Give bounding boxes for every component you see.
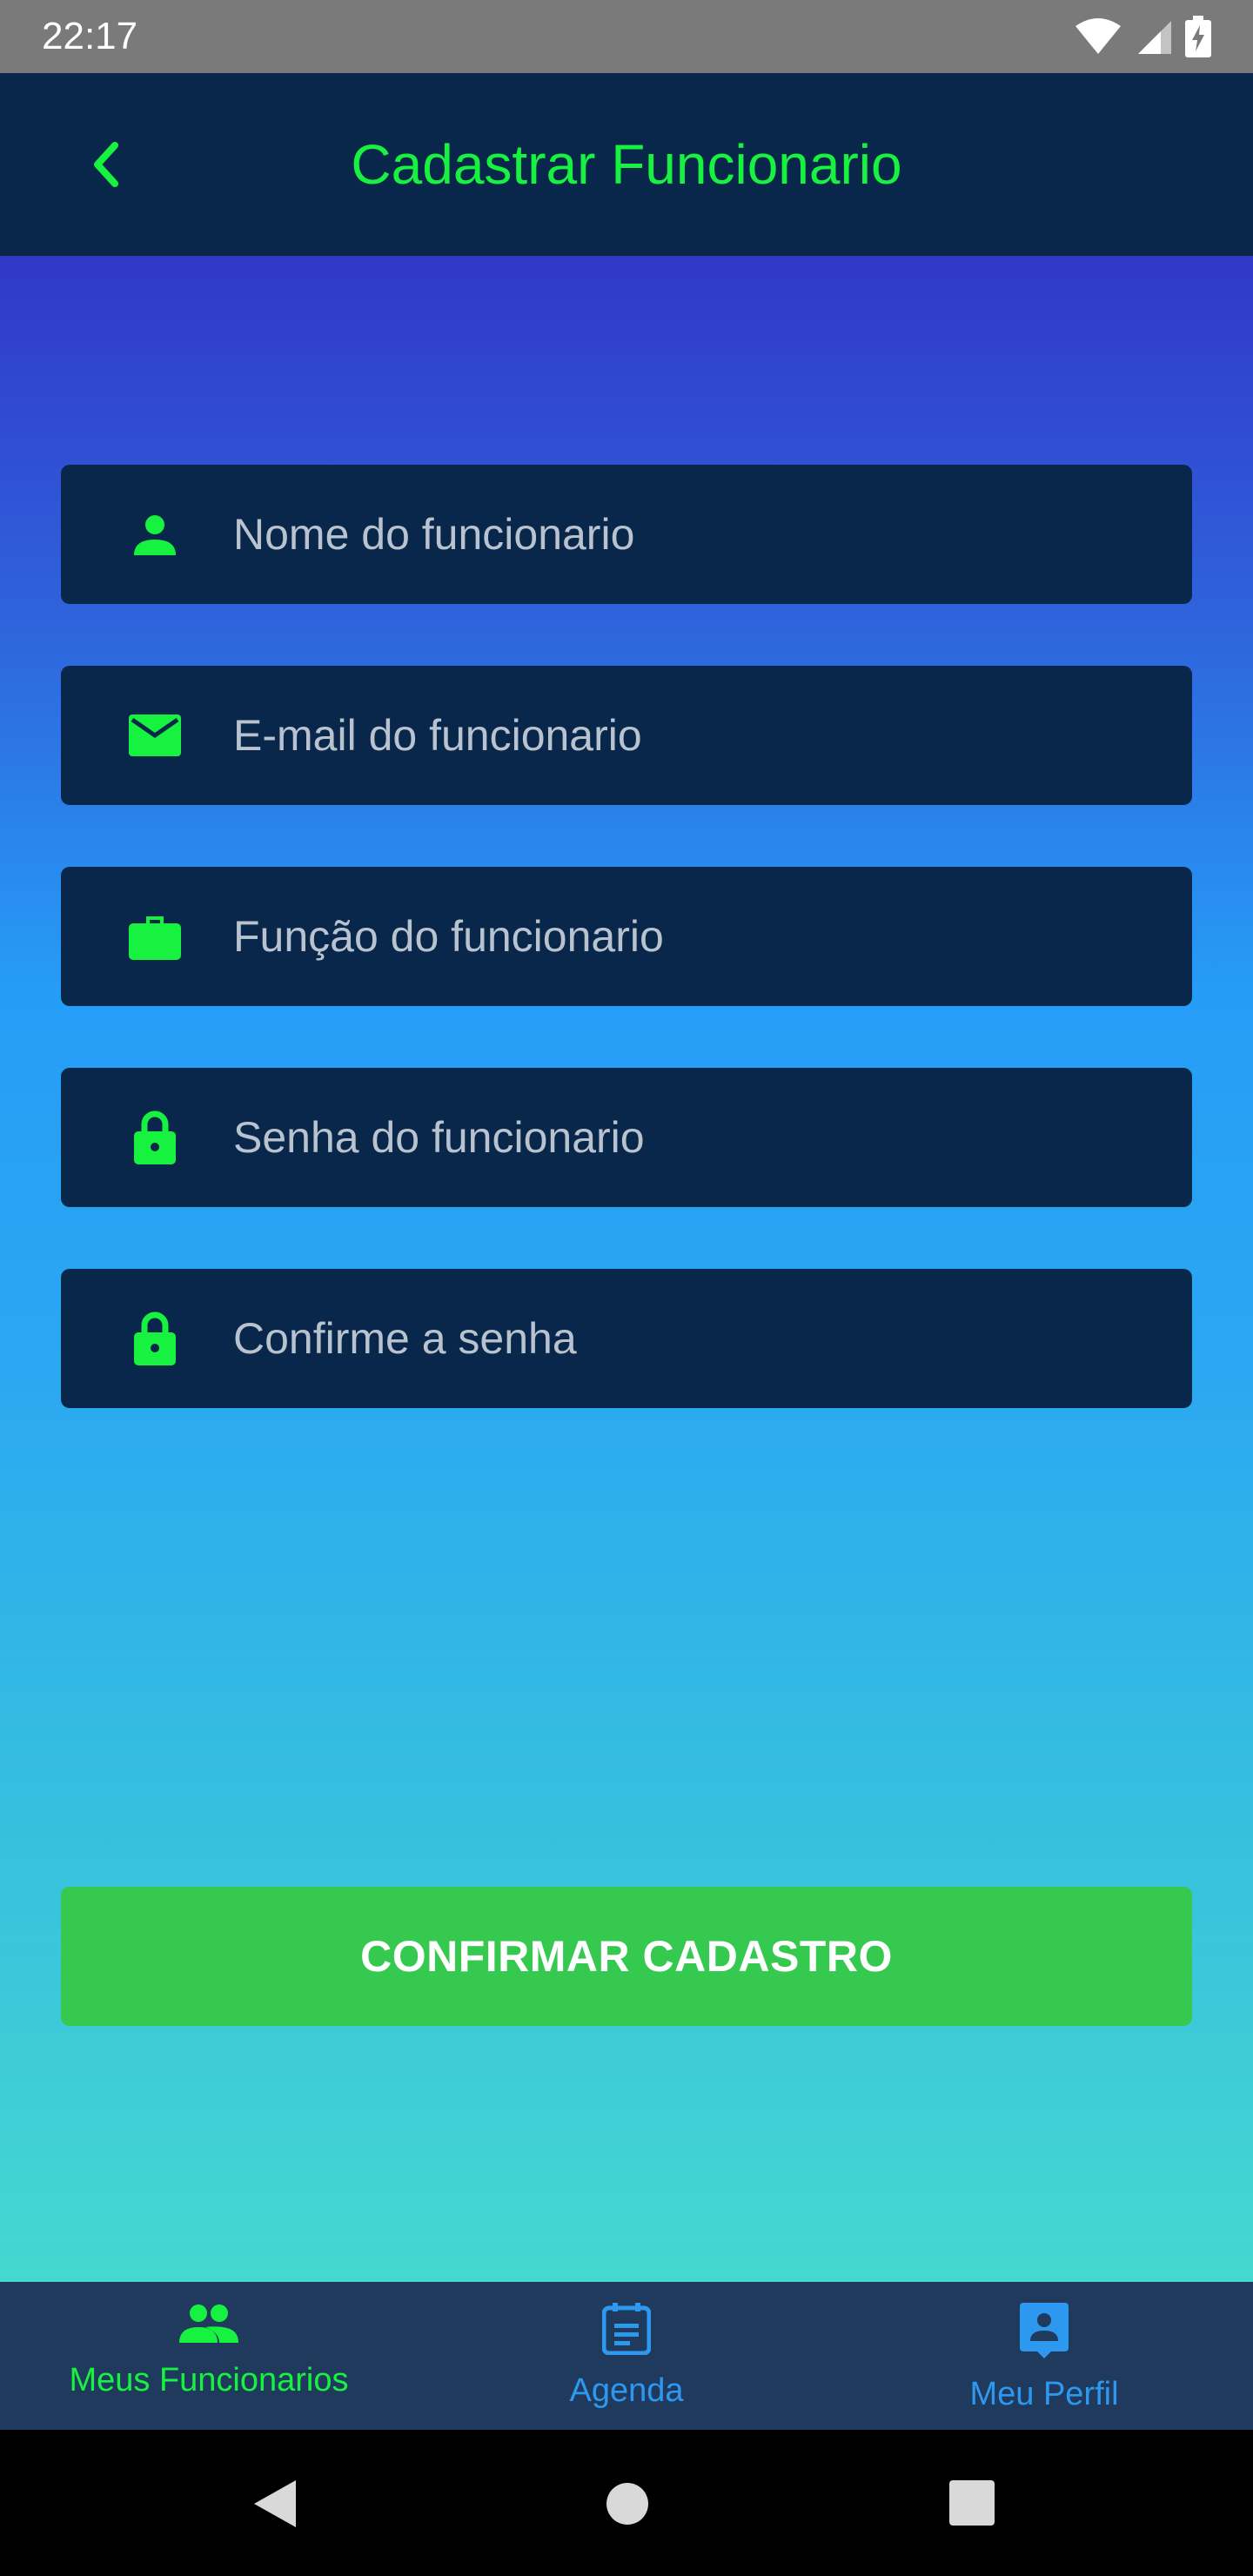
lock-icon [111, 1110, 198, 1164]
system-home-button[interactable] [606, 2482, 649, 2526]
bottom-nav: Meus Funcionarios Agenda Meu Perfil [0, 2282, 1253, 2430]
nav-label: Meus Funcionarios [69, 2362, 349, 2398]
email-field[interactable] [61, 666, 1192, 805]
nav-label: Agenda [569, 2372, 684, 2409]
lock-icon [111, 1311, 198, 1365]
name-input[interactable] [233, 509, 1103, 560]
confirm-password-field[interactable] [61, 1269, 1192, 1408]
briefcase-icon [111, 913, 198, 960]
email-input[interactable] [233, 710, 1103, 761]
wifi-icon [1075, 18, 1121, 54]
calendar-icon [602, 2303, 651, 2355]
password-input[interactable] [233, 1112, 1103, 1163]
nav-item-meu-perfil[interactable]: Meu Perfil [835, 2282, 1253, 2430]
status-icons [1074, 16, 1211, 57]
status-time: 22:17 [42, 15, 138, 57]
nav-item-agenda[interactable]: Agenda [418, 2282, 835, 2430]
signal-icon [1138, 21, 1171, 54]
home-circle-icon [606, 2483, 648, 2525]
system-recents-button[interactable] [949, 2480, 995, 2526]
page-title: Cadastrar Funcionario [351, 133, 902, 196]
nav-label: Meu Perfil [969, 2376, 1119, 2412]
password-field[interactable] [61, 1068, 1192, 1207]
profile-icon [1020, 2303, 1069, 2358]
back-button[interactable] [75, 133, 137, 196]
system-nav-bar [0, 2430, 1253, 2576]
back-triangle-icon [254, 2480, 296, 2527]
system-back-button[interactable] [252, 2479, 298, 2529]
confirm-button[interactable]: CONFIRMAR CADASTRO [61, 1887, 1192, 2026]
role-input[interactable] [233, 911, 1103, 962]
form-content: CONFIRMAR CADASTRO [0, 256, 1253, 2282]
mail-icon [111, 714, 198, 756]
recents-square-icon [949, 2480, 995, 2526]
name-field[interactable] [61, 465, 1192, 604]
people-icon [179, 2304, 238, 2343]
chevron-left-icon [94, 142, 118, 187]
nav-item-meus-funcionarios[interactable]: Meus Funcionarios [0, 2282, 418, 2430]
person-icon [111, 512, 198, 557]
battery-charging-icon [1185, 16, 1211, 57]
status-bar: 22:17 [0, 0, 1253, 73]
app-bar: Cadastrar Funcionario [0, 73, 1253, 256]
role-field[interactable] [61, 867, 1192, 1006]
confirm-password-input[interactable] [233, 1313, 1103, 1364]
